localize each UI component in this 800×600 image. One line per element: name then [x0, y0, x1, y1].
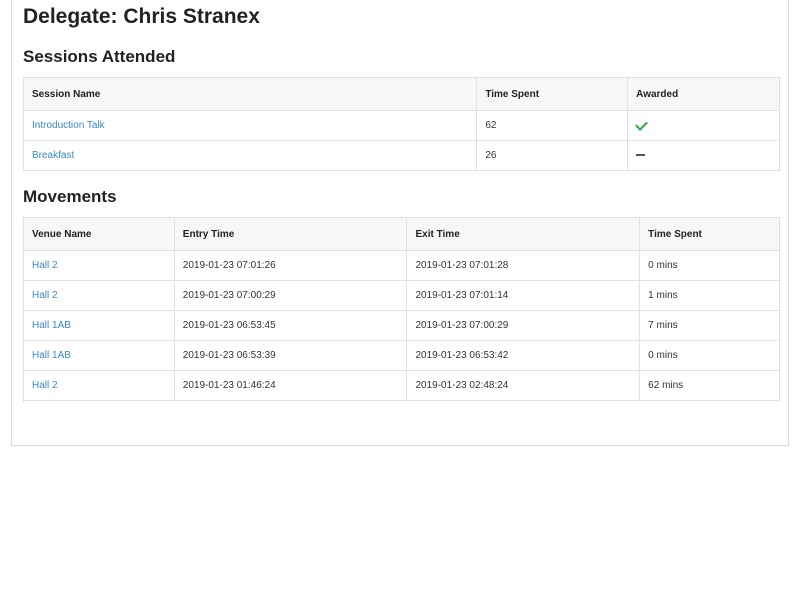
- exit-time-cell: 2019-01-23 06:53:42: [406, 340, 641, 371]
- table-header-row: Venue Name Entry Time Exit Time Time Spe…: [23, 217, 780, 251]
- venue-cell: Hall 2: [23, 280, 175, 311]
- entry-time-cell: 2019-01-23 06:53:39: [173, 340, 408, 371]
- exit-time-cell: 2019-01-23 07:01:28: [406, 250, 641, 281]
- partial-cell: [639, 400, 780, 402]
- venue-cell: Hall 1AB: [23, 340, 175, 371]
- delegate-panel: Delegate: Chris Stranex Sessions Attende…: [11, 0, 789, 446]
- time-spent-cell: 7 mins: [639, 310, 780, 341]
- venue-link[interactable]: Hall 2: [32, 290, 58, 301]
- venue-cell: Hall 2: [23, 370, 175, 401]
- entry-time-cell: 2019-01-23 07:00:29: [173, 280, 408, 311]
- table-row: Hall 2 2019-01-23 07:01:26 2019-01-23 07…: [23, 250, 780, 281]
- time-spent-cell: 62 mins: [639, 370, 780, 401]
- venue-cell: Hall 2: [23, 250, 175, 281]
- table-row: Hall 2 2019-01-23 01:46:24 2019-01-23 02…: [23, 370, 780, 401]
- table-row-partial: [23, 400, 780, 402]
- entry-time-cell: 2019-01-23 06:53:45: [173, 310, 408, 341]
- exit-time-cell: 2019-01-23 07:00:29: [406, 310, 641, 341]
- exit-time-cell: 2019-01-23 02:48:24: [406, 370, 641, 401]
- time-spent-cell: 0 mins: [639, 250, 780, 281]
- movements-clip: Venue Name Entry Time Exit Time Time Spe…: [12, 0, 788, 402]
- column-header-entry-time: Entry Time: [173, 217, 408, 251]
- time-spent-cell: 0 mins: [639, 340, 780, 371]
- entry-time-cell: 2019-01-23 01:46:24: [173, 370, 408, 401]
- venue-cell: Hall 1AB: [23, 310, 175, 341]
- table-row: Hall 2 2019-01-23 07:00:29 2019-01-23 07…: [23, 280, 780, 311]
- venue-link[interactable]: Hall 2: [32, 380, 58, 391]
- entry-time-cell: 2019-01-23 07:01:26: [173, 250, 408, 281]
- venue-link[interactable]: Hall 1AB: [32, 320, 71, 331]
- table-row: Hall 1AB 2019-01-23 06:53:39 2019-01-23 …: [23, 340, 780, 371]
- venue-link[interactable]: Hall 1AB: [32, 350, 71, 361]
- time-spent-cell: 1 mins: [639, 280, 780, 311]
- table-row: Hall 1AB 2019-01-23 06:53:45 2019-01-23 …: [23, 310, 780, 341]
- column-header-exit-time: Exit Time: [406, 217, 641, 251]
- partial-cell: [406, 400, 641, 402]
- partial-cell: [173, 400, 408, 402]
- exit-time-cell: 2019-01-23 07:01:14: [406, 280, 641, 311]
- venue-link[interactable]: Hall 2: [32, 260, 58, 271]
- movements-table: Venue Name Entry Time Exit Time Time Spe…: [23, 217, 780, 402]
- partial-cell: [23, 400, 175, 402]
- column-header-time-spent: Time Spent: [639, 217, 780, 251]
- column-header-venue-name: Venue Name: [23, 217, 175, 251]
